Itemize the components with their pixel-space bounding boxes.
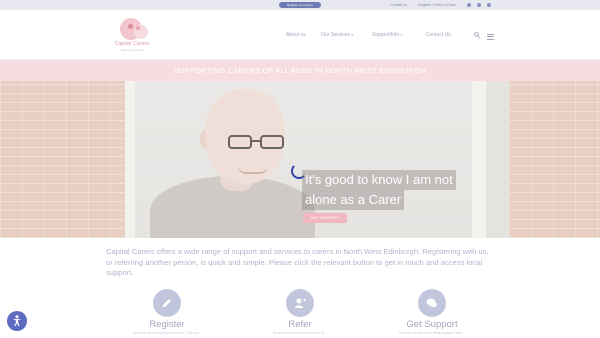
chevron-down-icon: ▾ [351,33,354,37]
register-card[interactable]: Register Are you an unsupported Carer? T… [117,289,217,335]
accessibility-button[interactable] [7,311,27,331]
intro-paragraph: Capital Carers offers a wide range of su… [106,247,489,277]
card-desc: Contact us for immediate support and... [398,331,466,335]
refer-card[interactable]: Refer Refer someone you care for or... [250,289,350,335]
chat-icon [418,289,446,317]
topbar-link-contact[interactable]: Contact us [390,1,407,9]
facebook-icon[interactable] [477,3,481,7]
hero-brick-wall [509,81,600,238]
get-support-button[interactable]: GET SUPPORT [303,213,347,223]
topbar-link-register[interactable]: Register / Refer a Carer [418,1,456,9]
announcement-banner: SUPPORTING CARERS OF ALL AGES IN NORTH W… [0,60,600,81]
card-desc: Refer someone you care for or... [272,331,328,335]
menu-icon[interactable] [487,34,494,41]
card-title: Refer [288,319,312,330]
register-top-button[interactable]: Register as a Carer [279,2,321,8]
hero-section [0,81,600,238]
site-logo[interactable]: Capital Carers Supporting Carers [105,18,159,60]
hero-headline: It's good to know I am not alone as a Ca… [302,170,456,210]
nav-our-services[interactable]: Our Services ▾ [321,32,353,38]
search-icon[interactable] [474,32,481,40]
pencil-icon [153,289,181,317]
nav-support-info[interactable]: Support/Info ▾ [372,32,402,38]
top-bar: Register as a Carer Contact us Register … [0,0,600,10]
card-title: Register [149,319,185,330]
nav-contact-us[interactable]: Contact Us [426,32,451,38]
get-support-card[interactable]: Get Support Contact us for immediate sup… [382,289,482,335]
instagram-icon[interactable] [487,3,491,7]
twitter-icon[interactable] [467,3,471,7]
site-header: Capital Carers Supporting Carers About u… [0,10,600,60]
accessibility-icon [13,315,21,326]
card-desc: Are you an unsupported Carer? Tell us... [132,331,202,335]
logo-title: Capital Carers [114,41,150,47]
logo-tagline: Supporting Carers [120,48,144,52]
add-user-icon [286,289,314,317]
nav-about-us[interactable]: About us [286,32,306,38]
chevron-down-icon: ▾ [400,33,403,37]
hero-brick-wall [0,81,128,238]
card-title: Get Support [406,319,458,330]
